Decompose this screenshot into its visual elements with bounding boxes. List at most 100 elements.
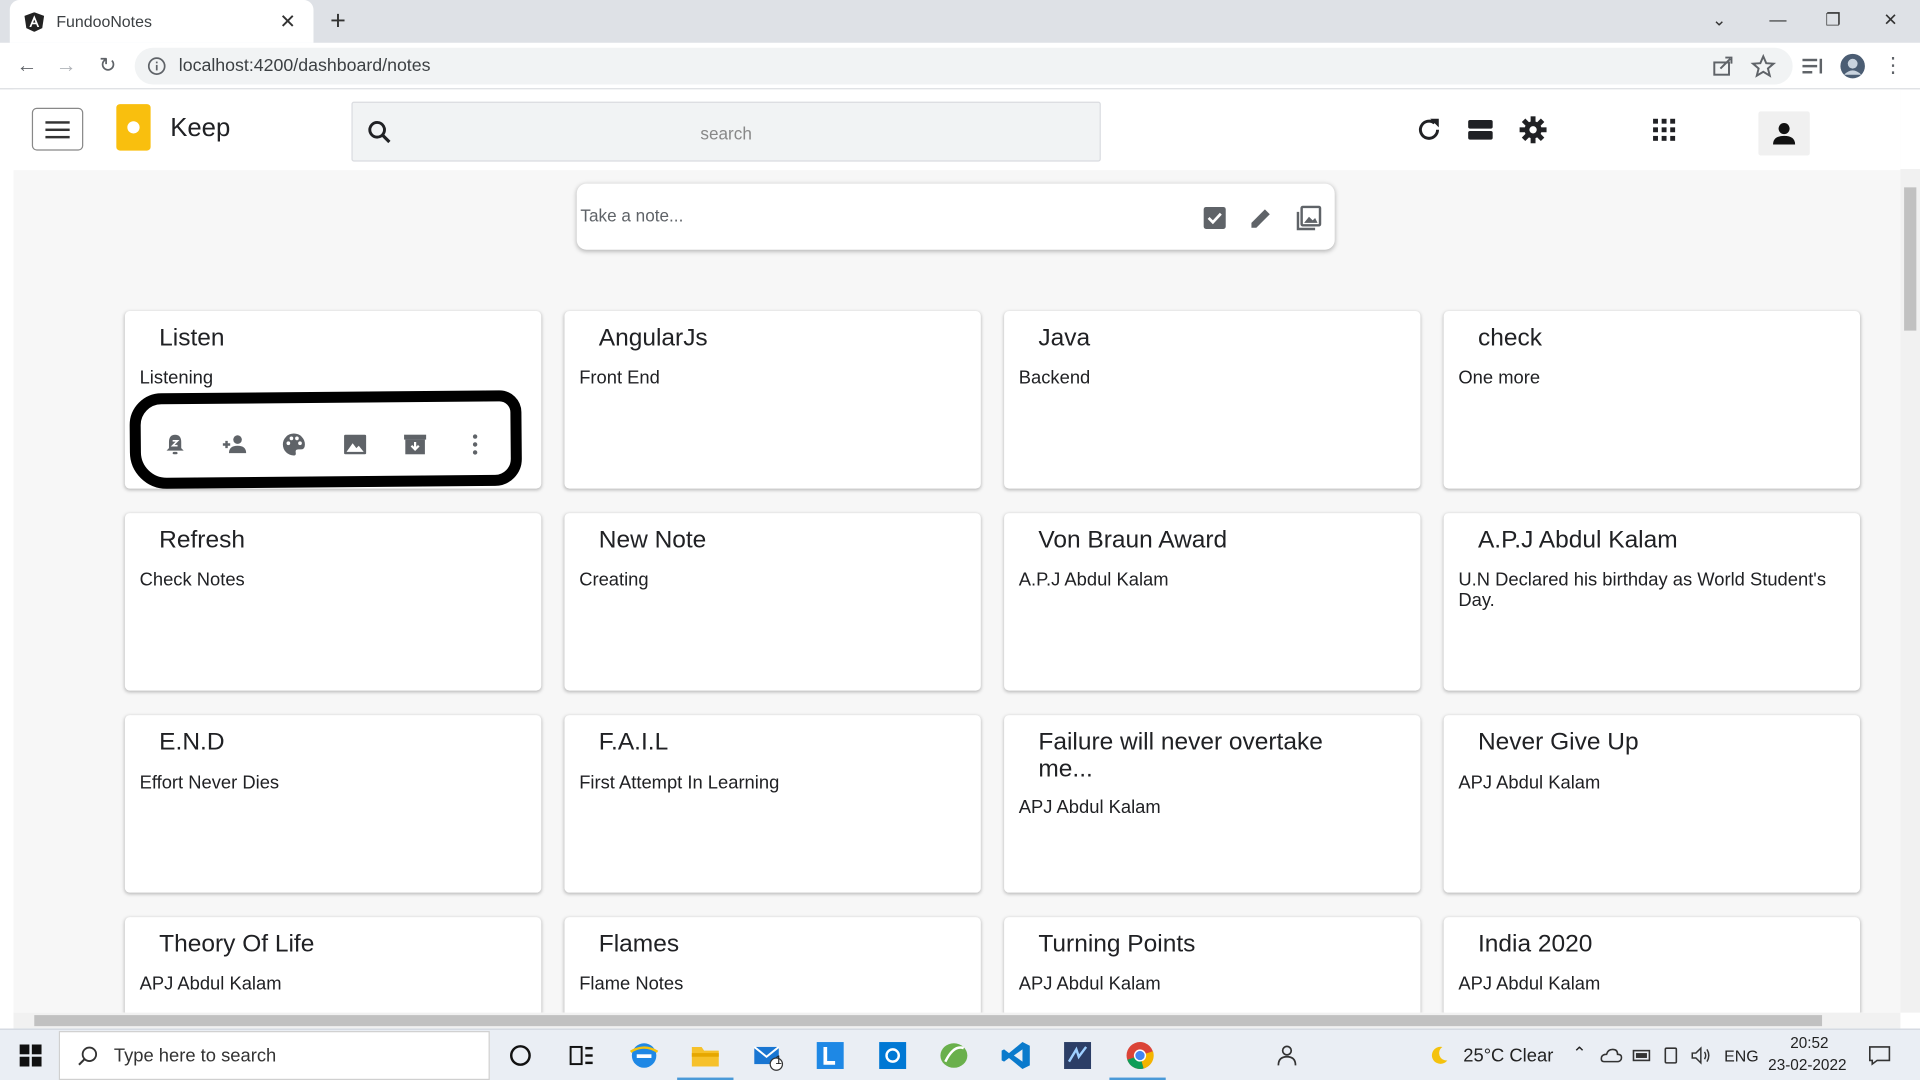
tab-close-icon[interactable]: ✕ — [277, 9, 299, 33]
close-window-button[interactable]: ✕ — [1872, 5, 1909, 34]
more-vert-icon[interactable] — [462, 431, 489, 458]
refresh-icon[interactable] — [1413, 114, 1445, 146]
note-card[interactable]: check One more — [1443, 311, 1861, 489]
hamburger-icon — [45, 120, 70, 138]
weather-text[interactable]: 25°C Clear — [1463, 1046, 1553, 1067]
vertical-scrollbar[interactable] — [1900, 168, 1920, 1013]
search-input[interactable] — [413, 117, 1039, 150]
site-info-icon[interactable] — [147, 56, 167, 76]
note-card[interactable]: New Note Creating — [564, 513, 981, 691]
onedrive-icon[interactable] — [1600, 1046, 1623, 1066]
restore-button[interactable]: ❐ — [1815, 5, 1852, 34]
collaborator-icon[interactable] — [220, 431, 247, 458]
browser-menu-icon[interactable]: ⋮ — [1878, 51, 1907, 80]
address-bar[interactable]: localhost:4200/dashboard/notes — [134, 47, 1793, 85]
moon-weather-icon[interactable] — [1428, 1044, 1450, 1066]
note-card[interactable]: Failure will never overtake me... APJ Ab… — [1004, 715, 1421, 893]
back-icon[interactable]: ← — [12, 51, 41, 80]
browser-tab[interactable]: FundooNotes ✕ — [9, 0, 314, 43]
people-icon[interactable] — [1273, 1040, 1300, 1072]
note-card[interactable]: Refresh Check Notes — [124, 513, 542, 691]
tab-title: FundooNotes — [56, 12, 152, 31]
battery-icon[interactable] — [1632, 1047, 1652, 1064]
note-title: E.N.D — [159, 728, 225, 756]
apps-grid-icon[interactable] — [1648, 114, 1680, 146]
browser-tabstrip: FundooNotes ✕ + ⌄ — ❐ ✕ — [0, 0, 1920, 43]
account-button[interactable] — [1758, 111, 1810, 156]
note-description: Backend — [1018, 367, 1091, 389]
task-view-icon[interactable] — [566, 1040, 598, 1072]
note-card[interactable]: Flames Flame Notes — [564, 917, 981, 1013]
bookmark-star-icon[interactable] — [1750, 53, 1777, 80]
note-description: APJ Abdul Kalam — [1458, 973, 1601, 995]
notifications-icon[interactable] — [1867, 1044, 1891, 1066]
note-card[interactable]: AngularJs Front End — [564, 311, 981, 489]
taskbar-search[interactable]: Type here to search — [58, 1031, 490, 1080]
note-card[interactable]: Never Give Up APJ Abdul Kalam — [1443, 715, 1861, 893]
add-image-icon[interactable] — [342, 431, 369, 458]
note-card[interactable]: E.N.D Effort Never Dies — [124, 715, 542, 893]
l-app-icon[interactable] — [814, 1040, 846, 1072]
note-description: Creating — [579, 569, 649, 591]
search-bar[interactable] — [351, 101, 1101, 162]
windows-taskbar: Type here to search 1 25°C Clear ⌃ ENG 2… — [0, 1028, 1920, 1080]
share-icon[interactable] — [1709, 53, 1736, 80]
checkbox-icon[interactable] — [1201, 204, 1228, 231]
note-card[interactable]: A.P.J Abdul Kalam U.N Declared his birth… — [1443, 513, 1861, 691]
horizontal-scrollbar[interactable] — [13, 1012, 1901, 1029]
note-card[interactable]: Java Backend — [1004, 311, 1421, 489]
windows-start-icon[interactable] — [19, 1044, 42, 1067]
horizontal-scroll-thumb[interactable] — [34, 1015, 1823, 1027]
note-title: Theory Of Life — [159, 930, 315, 958]
spring-tool-icon[interactable] — [938, 1040, 970, 1072]
tab-search-icon[interactable]: ⌄ — [1701, 5, 1738, 34]
note-description: Front End — [579, 367, 660, 389]
ide-app-icon[interactable] — [1062, 1040, 1094, 1072]
palette-icon[interactable] — [280, 431, 307, 458]
clock-time[interactable]: 20:52 — [1790, 1035, 1828, 1052]
note-title: Turning Points — [1038, 930, 1196, 958]
note-card[interactable]: F.A.I.L First Attempt In Learning — [564, 715, 981, 893]
store-app-icon[interactable] — [877, 1040, 909, 1072]
note-title: Never Give Up — [1477, 728, 1639, 756]
clock-date[interactable]: 23-02-2022 — [1768, 1057, 1846, 1074]
pencil-icon[interactable] — [1248, 204, 1275, 231]
language-indicator[interactable]: ENG — [1724, 1047, 1758, 1065]
browser-toolbar: ← → ↻ localhost:4200/dashboard/notes ⋮ — [0, 42, 1920, 90]
note-card[interactable]: Von Braun Award A.P.J Abdul Kalam — [1004, 513, 1421, 691]
archive-icon[interactable] — [402, 431, 429, 458]
note-title: New Note — [598, 526, 707, 554]
note-title: Von Braun Award — [1038, 526, 1228, 554]
vscode-icon[interactable] — [1000, 1040, 1032, 1072]
app-container: Keep Listen Listening — [13, 89, 1901, 1013]
volume-icon[interactable] — [1690, 1044, 1712, 1066]
note-title: India 2020 — [1477, 930, 1593, 958]
reading-list-icon[interactable] — [1799, 53, 1826, 80]
note-card[interactable]: Theory Of Life APJ Abdul Kalam — [124, 917, 542, 1013]
minimize-button[interactable]: — — [1760, 5, 1797, 34]
image-icon[interactable] — [1296, 204, 1323, 231]
take-note-bar[interactable] — [576, 183, 1335, 250]
note-title: AngularJs — [598, 324, 708, 352]
cortana-icon[interactable] — [504, 1040, 536, 1072]
vertical-scroll-thumb[interactable] — [1904, 187, 1917, 331]
note-card[interactable]: Listen Listening — [124, 311, 542, 490]
show-hidden-icons-icon[interactable]: ⌃ — [1572, 1043, 1586, 1064]
take-note-input[interactable] — [580, 200, 1169, 231]
edge-browser-icon[interactable] — [628, 1040, 660, 1072]
note-card[interactable]: India 2020 APJ Abdul Kalam — [1443, 917, 1861, 1013]
device-icon[interactable] — [1662, 1046, 1682, 1066]
chrome-icon[interactable] — [1124, 1040, 1156, 1072]
profile-avatar-icon[interactable] — [1839, 53, 1866, 80]
forward-icon[interactable]: → — [51, 51, 80, 80]
reload-icon[interactable]: ↻ — [93, 51, 122, 80]
reminder-icon[interactable] — [162, 431, 189, 458]
menu-button[interactable] — [31, 107, 84, 151]
list-view-icon[interactable] — [1465, 114, 1497, 146]
settings-gear-icon[interactable] — [1517, 114, 1549, 146]
new-tab-button[interactable]: + — [326, 5, 350, 37]
search-icon[interactable] — [365, 118, 394, 147]
keep-logo-icon — [116, 104, 151, 151]
file-explorer-icon[interactable] — [689, 1040, 721, 1072]
note-card[interactable]: Turning Points APJ Abdul Kalam — [1004, 917, 1421, 1013]
